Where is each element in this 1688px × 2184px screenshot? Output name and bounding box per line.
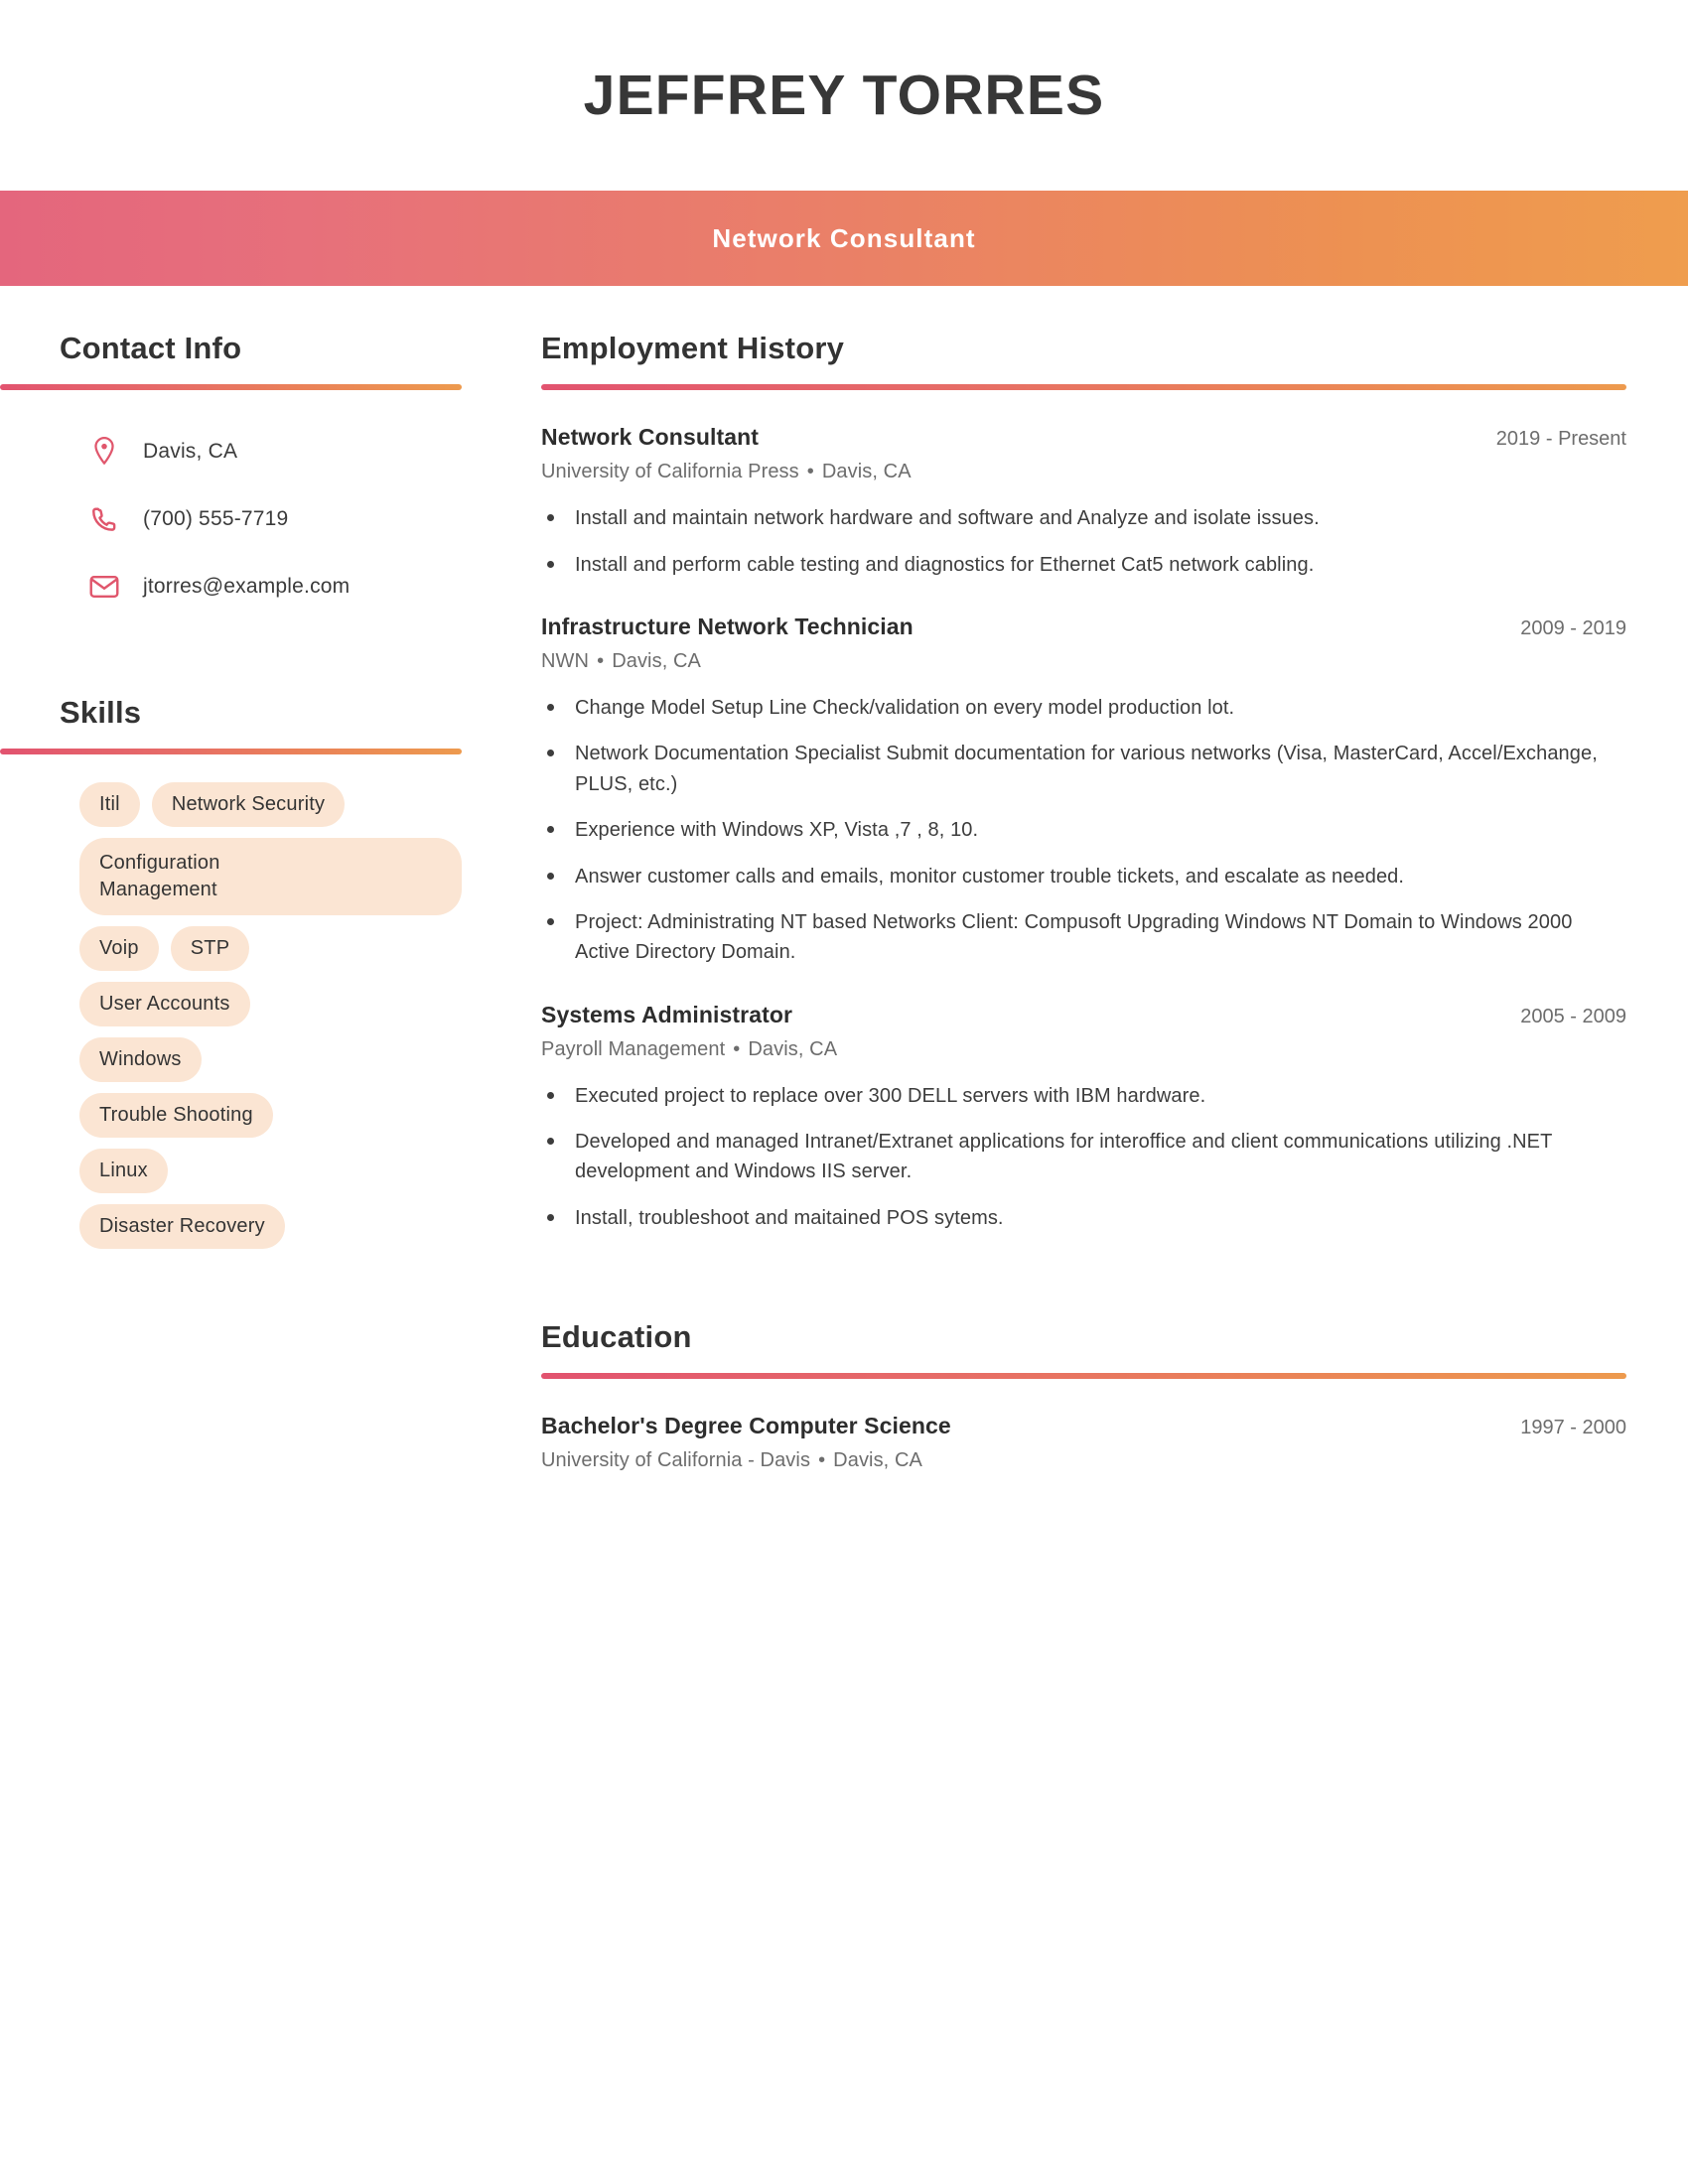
resume-body: Contact Info Davis, CA (700) 555-7719 jt… <box>0 286 1688 1472</box>
employment-heading: Employment History <box>541 331 845 365</box>
employment-entry-header: Systems Administrator 2005 - 2009 <box>541 1002 1626 1028</box>
skill-row: Windows <box>79 1037 462 1083</box>
contact-phone-text: (700) 555-7719 <box>143 507 289 531</box>
email-icon <box>87 574 121 600</box>
job-title-banner: Network Consultant <box>0 191 1688 286</box>
employment-dates: 2019 - Present <box>1495 428 1626 451</box>
employment-entry: Infrastructure Network Technician 2009 - … <box>541 614 1626 968</box>
skill-row: Trouble Shooting <box>79 1093 462 1139</box>
skills-divider <box>0 749 462 755</box>
education-degree: Bachelor's Degree Computer Science <box>541 1413 951 1439</box>
skill-row: Configuration Management <box>79 838 462 916</box>
contact-heading: Contact Info <box>60 331 242 365</box>
skill-row: Voip STP <box>79 926 462 972</box>
employment-bullet: Project: Administrating NT based Network… <box>541 907 1626 968</box>
employment-section: Employment History Network Consultant 201… <box>541 330 1626 1233</box>
employment-dates: 2009 - 2019 <box>1520 616 1626 639</box>
employment-bullet-list: Executed project to replace over 300 DEL… <box>541 1081 1626 1234</box>
employment-company: NWN <box>541 649 590 672</box>
skills-list: Itil Network Security Configuration Manage… <box>79 782 462 1250</box>
skills-section: Skills Itil Network Security Configuration… <box>0 694 462 1250</box>
employment-bullet: Change Model Setup Line Check/validation… <box>541 693 1626 723</box>
skill-chip[interactable]: Windows <box>79 1037 202 1083</box>
education-divider <box>541 1373 1626 1380</box>
education-school-location: University of California - Davis • Davis, … <box>541 1449 1626 1472</box>
location-pin-icon <box>87 436 121 468</box>
meta-separator: • <box>806 461 814 483</box>
skill-chip[interactable]: Configuration Management <box>79 838 462 916</box>
employment-bullet: Install and perform cable testing and di… <box>541 550 1626 580</box>
skill-chip[interactable]: User Accounts <box>79 982 250 1027</box>
skill-row: User Accounts <box>79 982 462 1027</box>
education-section: Education Bachelor's Degree Computer Sci… <box>541 1318 1626 1472</box>
employment-location: Davis, CA <box>612 649 701 672</box>
education-entry-list: Bachelor's Degree Computer Science 1997 -… <box>541 1413 1626 1472</box>
employment-role: Infrastructure Network Technician <box>541 613 914 639</box>
employment-bullet: Install and maintain network hardware an… <box>541 503 1626 533</box>
job-title-text: Network Consultant <box>712 222 976 253</box>
employment-entry: Systems Administrator 2005 - 2009 Payroll … <box>541 1002 1626 1234</box>
employment-location: Davis, CA <box>748 1037 838 1060</box>
skill-chip[interactable]: Disaster Recovery <box>79 1204 285 1250</box>
resume-header: JEFFREY TORRES <box>0 0 1688 191</box>
employment-bullet: Network Documentation Specialist Submit … <box>541 739 1626 799</box>
main-column: Employment History Network Consultant 201… <box>541 330 1688 1472</box>
contact-email-text: jtorres@example.com <box>143 575 351 599</box>
employment-role: Systems Administrator <box>541 1001 793 1027</box>
employment-bullet: Install, troubleshoot and maitained POS … <box>541 1203 1626 1233</box>
education-entry: Bachelor's Degree Computer Science 1997 -… <box>541 1413 1626 1472</box>
education-dates: 1997 - 2000 <box>1520 1417 1626 1439</box>
skill-chip[interactable]: STP <box>170 926 250 972</box>
education-school: University of California - Davis <box>541 1449 811 1472</box>
page-title: JEFFREY TORRES <box>583 64 1105 127</box>
employment-entry-header: Infrastructure Network Technician 2009 - … <box>541 614 1626 640</box>
contact-list: Davis, CA (700) 555-7719 jtorres@example… <box>79 418 462 620</box>
meta-separator: • <box>597 649 605 672</box>
employment-entry: Network Consultant 2019 - Present Universi… <box>541 424 1626 580</box>
skill-row: Disaster Recovery <box>79 1204 462 1250</box>
employment-company-location: NWN • Davis, CA <box>541 650 1626 673</box>
contact-location-text: Davis, CA <box>143 440 238 464</box>
skills-heading: Skills <box>60 695 142 731</box>
skill-row: Itil Network Security <box>79 782 462 828</box>
education-location: Davis, CA <box>833 1449 922 1472</box>
employment-role: Network Consultant <box>541 424 760 451</box>
education-heading: Education <box>541 1319 692 1355</box>
employment-company: University of California Press <box>541 461 799 483</box>
employment-company-location: Payroll Management • Davis, CA <box>541 1038 1626 1061</box>
skill-chip[interactable]: Itil <box>79 782 140 828</box>
resume-page: JEFFREY TORRES Network Consultant Contac… <box>0 0 1688 2184</box>
skill-chip[interactable]: Linux <box>79 1149 168 1194</box>
contact-item-phone[interactable]: (700) 555-7719 <box>79 485 462 553</box>
contact-section: Contact Info Davis, CA (700) 555-7719 jt… <box>0 330 462 620</box>
employment-dates: 2005 - 2009 <box>1520 1005 1626 1027</box>
sidebar: Contact Info Davis, CA (700) 555-7719 jt… <box>0 330 541 1260</box>
employment-location: Davis, CA <box>821 461 912 483</box>
employment-entry-list: Network Consultant 2019 - Present Universi… <box>541 424 1626 1233</box>
employment-bullet: Executed project to replace over 300 DEL… <box>541 1081 1626 1111</box>
employment-bullet: Experience with Windows XP, Vista ,7 , 8… <box>541 815 1626 845</box>
employment-company: Payroll Management <box>541 1037 726 1060</box>
education-entry-header: Bachelor's Degree Computer Science 1997 -… <box>541 1413 1626 1439</box>
contact-divider <box>0 384 462 391</box>
meta-separator: • <box>818 1449 826 1472</box>
skill-chip[interactable]: Network Security <box>151 782 346 828</box>
employment-entry-header: Network Consultant 2019 - Present <box>541 424 1626 451</box>
skill-chip[interactable]: Voip <box>79 926 159 972</box>
phone-icon <box>87 505 121 533</box>
meta-separator: • <box>733 1037 741 1060</box>
employment-bullet: Answer customer calls and emails, monito… <box>541 862 1626 891</box>
contact-item-email[interactable]: jtorres@example.com <box>79 553 462 620</box>
skill-chip[interactable]: Trouble Shooting <box>79 1093 273 1139</box>
employment-bullet: Developed and managed Intranet/Extranet … <box>541 1127 1626 1187</box>
contact-item-location[interactable]: Davis, CA <box>79 418 462 485</box>
skill-row: Linux <box>79 1149 462 1194</box>
employment-bullet-list: Change Model Setup Line Check/validation… <box>541 693 1626 968</box>
employment-divider <box>541 384 1626 391</box>
employment-company-location: University of California Press • Davis, CA <box>541 461 1626 483</box>
employment-bullet-list: Install and maintain network hardware an… <box>541 503 1626 580</box>
